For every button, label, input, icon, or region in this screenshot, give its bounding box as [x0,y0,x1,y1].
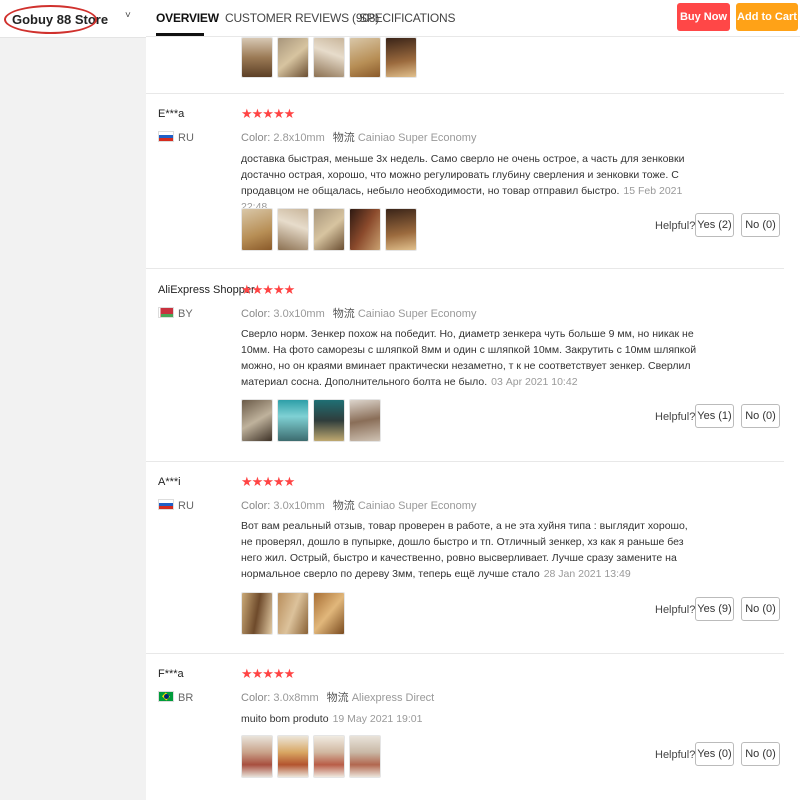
reviewer-country: BY [158,307,193,320]
reviewer-name: E***a [158,108,185,120]
review-photos [241,208,417,251]
review-photo[interactable] [349,208,381,251]
tab-specifications[interactable]: SPECIFICATIONS [359,11,456,25]
tab-customer-reviews[interactable]: CUSTOMER REVIEWS (908) [225,11,379,25]
helpful-yes-button[interactable]: Yes (0) [695,742,734,766]
review-item: AliExpress Shopper BY ★★★★★ Color: 3.0x1… [146,269,784,462]
star-rating: ★★★★★ [241,106,295,121]
review-text: muito bom produto 19 May 2021 19:01 [241,713,423,725]
review-photo[interactable] [313,735,345,778]
review-photos [241,592,345,635]
review-item: E***a RU ★★★★★ Color: 2.8x10mm 物流 Cainiao… [146,94,784,269]
helpful-yes-button[interactable]: Yes (1) [695,404,734,428]
star-rating: ★★★★★ [241,666,295,681]
reviewer-country: RU [158,499,194,512]
review-photo[interactable] [277,208,309,251]
helpful-yes-button[interactable]: Yes (9) [695,597,734,621]
review-photo[interactable] [241,399,273,442]
review-date: 28 Jan 2021 13:49 [543,568,631,580]
left-sidebar [0,0,146,800]
review-photo[interactable] [313,208,345,251]
star-rating: ★★★★★ [241,474,295,489]
review-item: A***i RU ★★★★★ Color: 3.0x10mm 物流 Cainiao… [146,462,784,654]
review-photo[interactable] [277,399,309,442]
add-to-cart-button[interactable]: Add to Cart [736,3,798,31]
review-item [146,37,784,94]
helpful-label: Helpful? [655,220,696,232]
review-photo[interactable] [241,592,273,635]
helpful-no-button[interactable]: No (0) [741,213,780,237]
review-photo[interactable] [241,208,273,251]
tab-overview[interactable]: OVERVIEW [156,11,219,25]
review-photo[interactable] [349,735,381,778]
review-photo[interactable] [241,735,273,778]
helpful-no-button[interactable]: No (0) [741,597,780,621]
review-text: Сверло норм. Зенкер похож на победит. Но… [241,328,697,388]
red-circle-annotation [4,5,97,34]
helpful-label: Helpful? [655,749,696,761]
review-photo[interactable] [313,592,345,635]
review-photos [241,735,381,778]
review-date: 03 Apr 2021 10:42 [491,376,578,388]
review-photo[interactable] [385,37,417,78]
review-sku-info: Color: 3.0x8mm 物流 Aliexpress Direct [241,692,435,704]
review-sku-info: Color: 3.0x10mm 物流 Cainiao Super Economy [241,308,477,320]
helpful-no-button[interactable]: No (0) [741,404,780,428]
helpful-label: Helpful? [655,411,696,423]
buy-now-button[interactable]: Buy Now [677,3,730,31]
russia-flag-icon [158,131,174,142]
review-photos [241,37,417,78]
review-photo[interactable] [385,208,417,251]
chevron-down-icon[interactable]: ˅ [125,10,131,21]
reviewer-name: A***i [158,476,181,488]
review-photo[interactable] [349,37,381,78]
scrollbar[interactable] [784,37,800,800]
review-sku-info: Color: 3.0x10mm 物流 Cainiao Super Economy [241,500,477,512]
helpful-label: Helpful? [655,604,696,616]
review-text: Вот вам реальный отзыв, товар проверен в… [241,520,688,580]
reviewer-name: F***a [158,668,184,680]
review-photo[interactable] [277,592,309,635]
store-selector[interactable]: Gobuy 88 Store ˅ [0,0,146,38]
review-photo[interactable] [241,37,273,78]
review-photo[interactable] [313,37,345,78]
reviewer-country: BR [158,691,193,704]
review-text: доставка быстрая, меньше 3х недель. Само… [241,153,685,213]
russia-flag-icon [158,499,174,510]
review-photo[interactable] [313,399,345,442]
review-sku-info: Color: 2.8x10mm 物流 Cainiao Super Economy [241,132,477,144]
helpful-no-button[interactable]: No (0) [741,742,780,766]
review-date: 19 May 2021 19:01 [332,713,423,725]
review-photo[interactable] [277,735,309,778]
product-tab-bar: OVERVIEW CUSTOMER REVIEWS (908) SPECIFIC… [146,0,800,37]
helpful-yes-button[interactable]: Yes (2) [695,213,734,237]
star-rating: ★★★★★ [241,282,295,297]
belarus-flag-icon [158,307,174,318]
brazil-flag-icon [158,691,174,702]
review-photo[interactable] [349,399,381,442]
active-tab-underline [156,33,204,36]
review-photos [241,399,381,442]
review-item: F***a BR ★★★★★ Color: 3.0x8mm 物流 Aliexpre… [146,654,784,800]
review-photo[interactable] [277,37,309,78]
reviewer-country: RU [158,131,194,144]
